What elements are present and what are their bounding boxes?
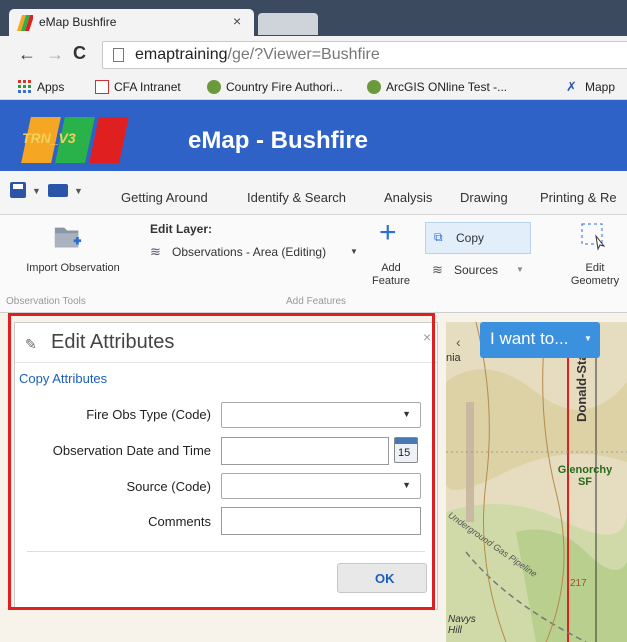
obs-datetime-input[interactable]	[221, 437, 389, 465]
url-host: emaptraining	[135, 46, 228, 63]
map-label: Navys Hill	[448, 614, 476, 636]
edit-geometry-label: Edit Geometry	[570, 262, 620, 287]
menu-drawing[interactable]: Drawing	[460, 190, 508, 205]
url-path: /ge/?Viewer=Bushfire	[227, 46, 380, 63]
tab-title: eMap Bushfire	[39, 15, 117, 29]
bookmark-label: Mapp	[585, 80, 616, 94]
copy-button[interactable]: ⧉ Copy	[425, 222, 531, 254]
calendar-day: 15	[398, 447, 411, 459]
logo-text: TRN_V3	[22, 130, 76, 146]
edit-layer-dropdown[interactable]: ≋ Observations - Area (Editing) ▼	[150, 244, 364, 264]
screen: eMap Bushfire × ← → C emaptraining/ge/?V…	[0, 0, 627, 642]
bookmark-mapp[interactable]: ✗ Mapp	[566, 79, 616, 95]
apps-grid-icon	[18, 80, 31, 93]
group-add-features: Add Features	[286, 296, 347, 307]
copy-label: Copy	[456, 231, 485, 245]
ok-label: OK	[375, 571, 395, 586]
bookmark-label: Country Fire Authori...	[226, 80, 343, 94]
layers-icon: ≋	[150, 244, 161, 259]
dialog-header: ✎ Edit Attributes ×	[15, 323, 437, 363]
menu-printing[interactable]: Printing & Re	[540, 190, 617, 205]
app-title: eMap - Bushfire	[188, 127, 369, 154]
page-icon	[113, 48, 124, 62]
comments-label: Comments	[148, 514, 211, 529]
source-select[interactable]: ▼	[221, 473, 421, 499]
edit-geometry-button[interactable]: Edit Geometry	[560, 220, 627, 292]
map-view[interactable]: nia Donald-Staw Glenorchy SF Underground…	[446, 322, 627, 642]
layers-icon: ≋	[432, 262, 443, 277]
comments-input[interactable]	[221, 507, 421, 535]
add-feature-label: Add Feature	[372, 262, 410, 287]
fire-obs-type-label: Fire Obs Type (Code)	[86, 407, 211, 422]
plus-icon: +	[379, 216, 397, 249]
import-observation-label: Import Observation	[26, 262, 120, 274]
bookmark-apps[interactable]: Apps	[18, 80, 64, 94]
chevron-left-icon[interactable]: ‹	[456, 334, 461, 350]
map-label: nia	[446, 352, 461, 364]
url-bar[interactable]: emaptraining/ge/?Viewer=Bushfire	[102, 41, 627, 69]
edit-layer-label: Edit Layer:	[150, 222, 213, 236]
menu-bar: Getting Around Identify & Search Analysi…	[0, 171, 627, 215]
calendar-icon[interactable]: 15	[394, 437, 418, 463]
edit-layer-value: Observations - Area (Editing)	[172, 245, 327, 259]
globe-icon	[367, 80, 381, 94]
globe-icon	[207, 80, 221, 94]
folder-icon[interactable]	[48, 184, 68, 197]
chevron-down-icon[interactable]: ▼	[74, 186, 83, 196]
save-icon[interactable]	[10, 182, 26, 198]
new-tab-button[interactable]	[258, 13, 318, 35]
copy-attributes-link[interactable]: Copy Attributes	[19, 371, 107, 386]
tab-close-icon[interactable]: ×	[233, 13, 241, 29]
map-pin-icon: ✗	[566, 79, 577, 94]
edit-geometry-icon	[581, 223, 606, 251]
chevron-down-icon: ▼	[402, 409, 411, 419]
sources-label: Sources	[454, 263, 499, 277]
dialog-title: Edit Attributes	[51, 331, 175, 353]
edit-pencil-icon: ✎	[25, 336, 37, 352]
close-icon[interactable]: ×	[423, 329, 431, 345]
chevron-down-icon: ▼	[516, 265, 524, 274]
bookmark-cfa-intranet[interactable]: CFA Intranet	[95, 80, 181, 94]
menu-identify-search[interactable]: Identify & Search	[247, 190, 346, 205]
bookmark-country-fire[interactable]: Country Fire Authori...	[207, 80, 343, 94]
chevron-down-icon: ▼	[350, 247, 358, 256]
fire-obs-type-select[interactable]: ▼	[221, 402, 421, 428]
chevron-down-icon: ▼	[402, 480, 411, 490]
edit-attributes-dialog: ✎ Edit Attributes × Copy Attributes Fire…	[14, 322, 438, 610]
import-folder-icon	[54, 227, 82, 248]
i-want-to-label: I want to...	[490, 329, 569, 348]
bookmark-arcgis[interactable]: ArcGIS ONline Test -...	[367, 80, 507, 94]
copy-icon: ⧉	[434, 230, 443, 244]
menu-getting-around[interactable]: Getting Around	[121, 190, 208, 205]
browser-tab[interactable]: eMap Bushfire ×	[9, 9, 254, 36]
group-observation-tools: Observation Tools	[6, 296, 86, 307]
browser-toolbar: ← → C emaptraining/ge/?Viewer=Bushfire	[0, 36, 627, 76]
bookmarks-bar: Apps CFA Intranet Country Fire Authori..…	[0, 76, 627, 100]
chevron-down-icon[interactable]: ▼	[32, 186, 41, 196]
bookmark-label: CFA Intranet	[114, 80, 181, 94]
back-arrow-icon[interactable]: ←	[18, 44, 36, 65]
map-label: Glenorchy SF	[557, 464, 613, 488]
obs-datetime-label: Observation Date and Time	[52, 443, 211, 458]
sources-dropdown[interactable]: ≋ Sources ▼	[432, 262, 532, 282]
add-feature-button[interactable]: + Add Feature	[366, 216, 416, 292]
app-logo: TRN_V3	[20, 117, 130, 163]
import-observation-button[interactable]: Import Observation	[18, 220, 128, 292]
menu-analysis[interactable]: Analysis	[384, 190, 432, 205]
map-label: 217	[570, 578, 587, 589]
url-text: emaptraining/ge/?Viewer=Bushfire	[135, 46, 380, 64]
cfa-icon	[95, 80, 109, 94]
emap-favicon-icon	[17, 15, 33, 31]
bookmark-label: ArcGIS ONline Test -...	[386, 80, 508, 94]
ok-button[interactable]: OK	[337, 563, 427, 593]
source-label: Source (Code)	[126, 479, 211, 494]
divider	[27, 551, 425, 552]
forward-arrow-icon[interactable]: →	[46, 44, 64, 65]
i-want-to-button[interactable]: I want to... ▼	[480, 322, 600, 358]
reload-icon[interactable]: C	[73, 43, 86, 64]
chevron-down-icon: ▼	[584, 334, 592, 343]
bookmark-label: Apps	[37, 80, 65, 94]
browser-tab-strip: eMap Bushfire ×	[0, 0, 627, 36]
